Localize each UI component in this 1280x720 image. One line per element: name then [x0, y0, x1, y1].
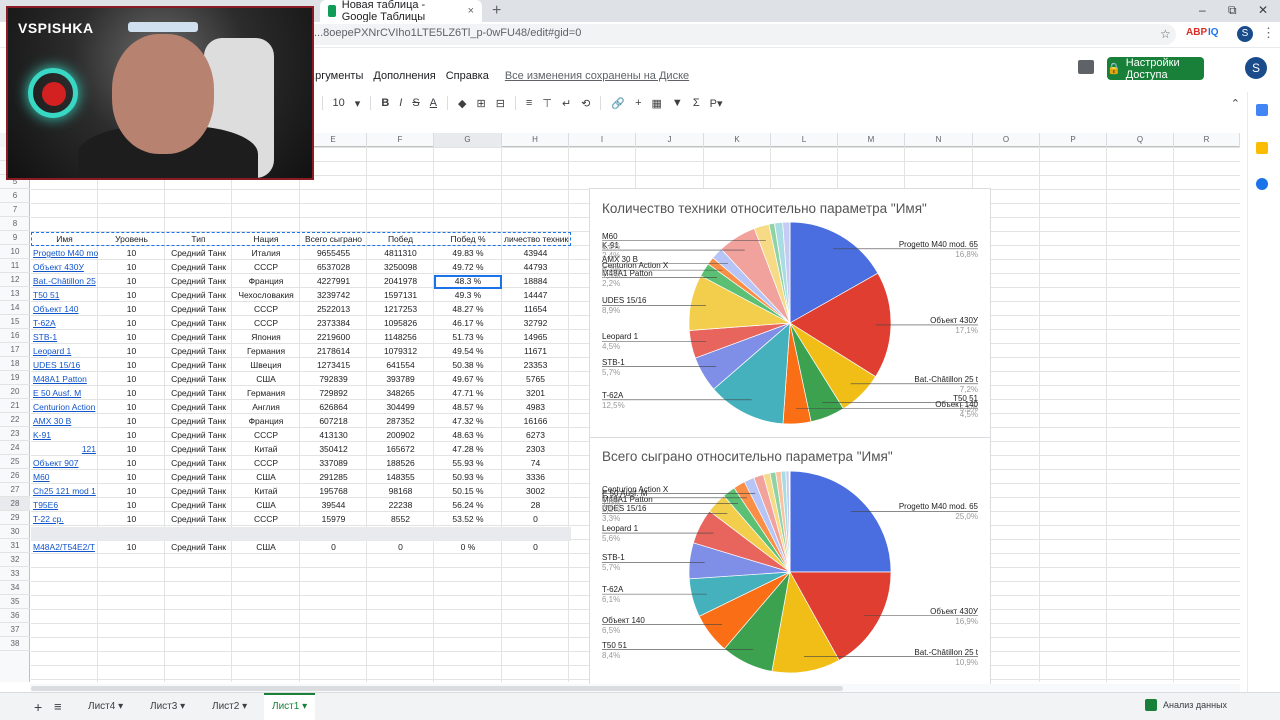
pie-percent-label: 10,9% — [955, 657, 978, 667]
webcam-lamp — [128, 22, 198, 32]
sheet-tab-3[interactable]: Лист3 ▾ — [142, 693, 193, 720]
pie-label: STB-1 — [602, 553, 625, 563]
pie-percent-label: 7,2% — [959, 384, 978, 394]
pie-label: T-62A — [602, 585, 624, 595]
sheet-tab-label: Лист2 — [212, 701, 240, 712]
sheet-tab-label: Лист4 — [88, 701, 116, 712]
pie-label: STB-1 — [602, 357, 625, 367]
horizontal-scroll-thumb[interactable] — [31, 686, 843, 691]
pie-label: T50 51 — [602, 640, 627, 650]
explore-icon — [1145, 699, 1157, 711]
pie-label: T-62A — [602, 390, 624, 400]
pie-label: Объект 430У — [930, 606, 978, 616]
pie-label: Bat.-Châtillon 25 t — [914, 647, 978, 657]
pie-percent-label: 25,0% — [955, 512, 978, 522]
pie-percent-label: 6,5% — [602, 625, 621, 635]
webcam-person-head — [112, 34, 214, 154]
sheet-tab-2[interactable]: Лист2 ▾ — [204, 693, 255, 720]
pie-label: Progetto M40 mod. 65 — [898, 239, 978, 249]
explore-button[interactable]: Анализ данных — [1145, 699, 1227, 711]
sheet-tab-1[interactable]: Лист1 ▾ — [264, 693, 316, 720]
pie-label: Bat.-Châtillon 25 t — [914, 374, 978, 384]
pie-percent-label: 1,6% — [602, 494, 621, 504]
pie-slice[interactable] — [789, 470, 892, 573]
pie-percent-label: 16,9% — [955, 616, 978, 626]
sheet-tab-bar: + ≡ Лист4 ▾ Лист3 ▾ Лист2 ▾ Лист1 ▾ — [0, 692, 1280, 720]
pie-percent-label: 8,4% — [602, 650, 621, 660]
webcam-watermark: VSPISHKA — [18, 20, 94, 36]
pie-percent-label: 2,4% — [602, 251, 621, 261]
pie-percent-label: 4,5% — [959, 409, 978, 419]
pie-percent-label: 8,9% — [602, 306, 621, 316]
webcam-overlay: VSPISHKA — [6, 6, 314, 180]
pie-percent-label: 6,1% — [602, 595, 621, 605]
pie-percent-label: 5,7% — [602, 563, 621, 573]
pie-percent-label: 3,3% — [602, 514, 621, 524]
pie-percent-label: 6,2% — [602, 264, 621, 274]
pie-percent-label: 12,5% — [602, 400, 625, 410]
pie-label: Объект 430У — [930, 315, 978, 325]
sheet-tab-4[interactable]: Лист4 ▾ — [80, 693, 131, 720]
all-sheets-button[interactable]: ≡ — [46, 693, 70, 720]
pie-label: Объект 140 — [602, 615, 645, 625]
pie-label: Leopard 1 — [602, 524, 639, 534]
pie-label: Progetto M40 mod. 65 — [898, 502, 978, 512]
pie-percent-label: 16,8% — [955, 249, 978, 259]
sheet-tab-label: Лист3 — [150, 701, 178, 712]
pie-label: Centurion Action X — [602, 484, 669, 494]
pie-percent-label: 17,1% — [955, 325, 978, 335]
pie-label: Leopard 1 — [602, 332, 639, 342]
sheet-tab-label: Лист1 — [272, 701, 300, 712]
pie-label: Объект 140 — [935, 399, 978, 409]
webcam-neon-logo — [42, 82, 66, 106]
pie-percent-label: 5,7% — [602, 367, 621, 377]
explore-label: Анализ данных — [1163, 700, 1228, 710]
pie-label: M60 — [602, 231, 618, 241]
pie-percent-label: 1,3% — [602, 241, 621, 251]
pie-percent-label: 5,6% — [602, 534, 621, 544]
pie-label: UDES 15/16 — [602, 296, 647, 306]
pie-percent-label: 4,5% — [602, 342, 621, 352]
